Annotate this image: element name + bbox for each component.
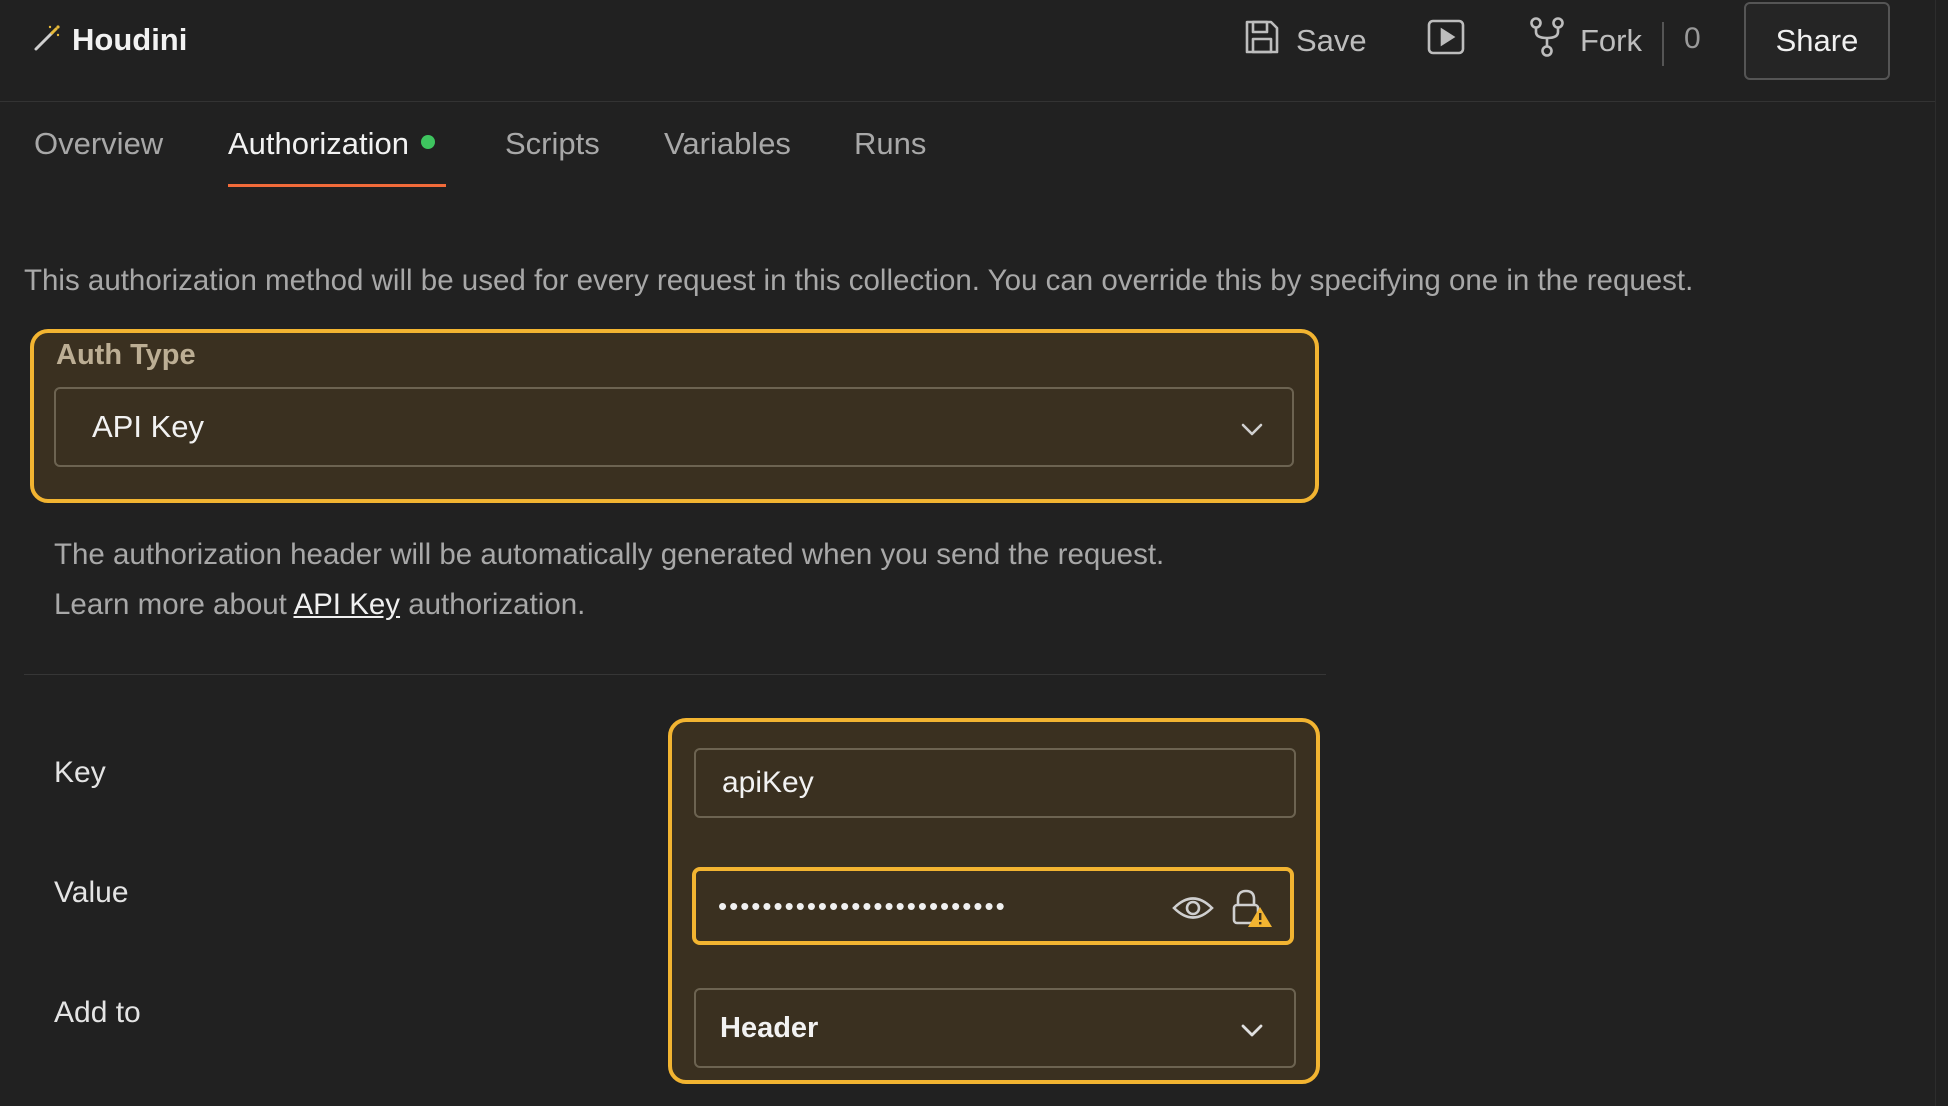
save-button[interactable]: Save xyxy=(1242,18,1367,64)
auth-type-label: Auth Type xyxy=(56,339,196,371)
fork-count[interactable]: 0 xyxy=(1684,22,1701,56)
chevron-down-icon xyxy=(1238,1016,1266,1052)
save-icon xyxy=(1242,17,1282,65)
share-button[interactable]: Share xyxy=(1744,2,1890,80)
auth-type-value: API Key xyxy=(92,409,204,444)
key-input[interactable]: apiKey xyxy=(694,748,1296,818)
auth-description: This authorization method will be used f… xyxy=(24,264,1694,297)
chevron-down-icon xyxy=(1238,415,1266,451)
auth-info-line-1: The authorization header will be automat… xyxy=(54,538,1165,571)
fork-divider xyxy=(1662,22,1664,66)
auth-info-suffix: authorization. xyxy=(400,588,586,621)
lock-warning-icon[interactable] xyxy=(1230,887,1274,938)
collection-name: Houdini xyxy=(72,22,188,57)
auth-type-section: Auth Type API Key xyxy=(30,329,1319,503)
top-bar: Houdini Save Fork 0 Share xyxy=(0,0,1935,102)
play-icon xyxy=(1426,17,1466,65)
add-to-dropdown[interactable]: Header xyxy=(694,988,1296,1068)
tab-variables[interactable]: Variables xyxy=(664,126,791,162)
active-tab-indicator xyxy=(228,184,446,187)
add-to-label: Add to xyxy=(54,996,141,1029)
tab-authorization-label: Authorization xyxy=(228,126,409,161)
value-input[interactable]: •••••••••••••••••••••••••• xyxy=(692,867,1294,945)
fork-label: Fork xyxy=(1580,23,1642,58)
scrollbar-track[interactable] xyxy=(1935,0,1936,1106)
add-to-value: Header xyxy=(720,1011,819,1044)
auth-info-line-2: Learn more about API Key authorization. xyxy=(54,580,1164,630)
tab-overview[interactable]: Overview xyxy=(34,126,163,162)
save-label: Save xyxy=(1296,23,1367,58)
run-button[interactable] xyxy=(1426,18,1466,64)
fork-button[interactable]: Fork xyxy=(1528,16,1642,66)
status-dot xyxy=(420,134,435,149)
fork-icon xyxy=(1528,16,1566,66)
api-key-docs-link[interactable]: API Key xyxy=(293,588,400,621)
api-key-fields: apiKey •••••••••••••••••••••••••• Header xyxy=(668,718,1320,1084)
tab-authorization[interactable]: Authorization xyxy=(228,126,435,162)
magic-wand-icon xyxy=(32,23,62,58)
tab-runs[interactable]: Runs xyxy=(854,126,926,162)
eye-icon[interactable] xyxy=(1172,891,1214,932)
value-masked-text: •••••••••••••••••••••••••• xyxy=(718,890,1007,921)
collection-title[interactable]: Houdini xyxy=(32,22,187,58)
auth-info-prefix: Learn more about xyxy=(54,588,294,621)
tab-scripts[interactable]: Scripts xyxy=(505,126,600,162)
auth-type-dropdown[interactable]: API Key xyxy=(54,387,1294,467)
key-label: Key xyxy=(54,756,106,789)
value-label: Value xyxy=(54,876,129,909)
auth-info: The authorization header will be automat… xyxy=(54,530,1164,630)
section-divider xyxy=(24,674,1326,675)
